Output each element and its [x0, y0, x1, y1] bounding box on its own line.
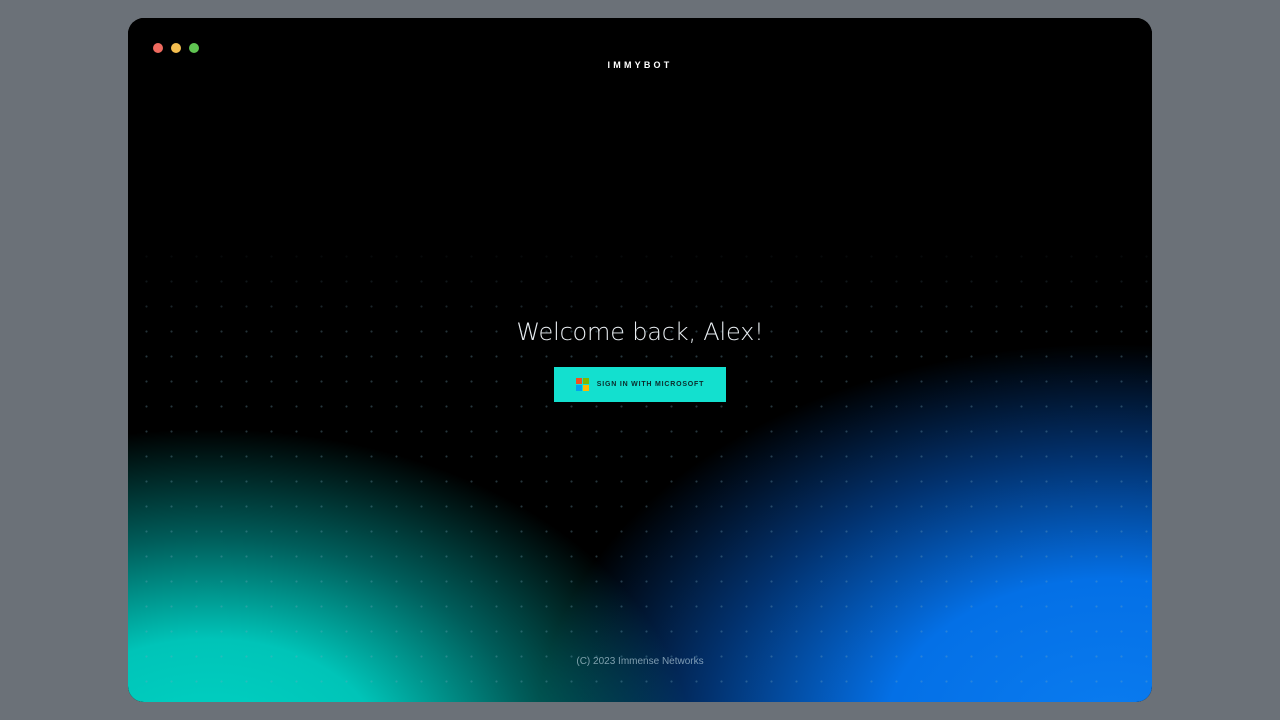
close-window-icon[interactable] — [153, 43, 163, 53]
sign-in-button-label: SIGN IN WITH MICROSOFT — [596, 381, 705, 388]
dot-grid-pattern — [128, 238, 1152, 702]
maximize-window-icon[interactable] — [189, 43, 199, 53]
window-controls — [153, 43, 199, 53]
minimize-window-icon[interactable] — [171, 43, 181, 53]
app-window: IMMYBOT Welcome back, Alex! SIGN IN WITH… — [128, 18, 1152, 702]
copyright-footer: (C) 2023 Immense Networks — [576, 656, 704, 667]
microsoft-logo-icon — [575, 378, 589, 391]
sign-in-with-microsoft-button[interactable]: SIGN IN WITH MICROSOFT — [554, 367, 726, 402]
welcome-heading: Welcome back, Alex! — [516, 318, 764, 346]
brand-logo: IMMYBOT — [607, 60, 673, 70]
